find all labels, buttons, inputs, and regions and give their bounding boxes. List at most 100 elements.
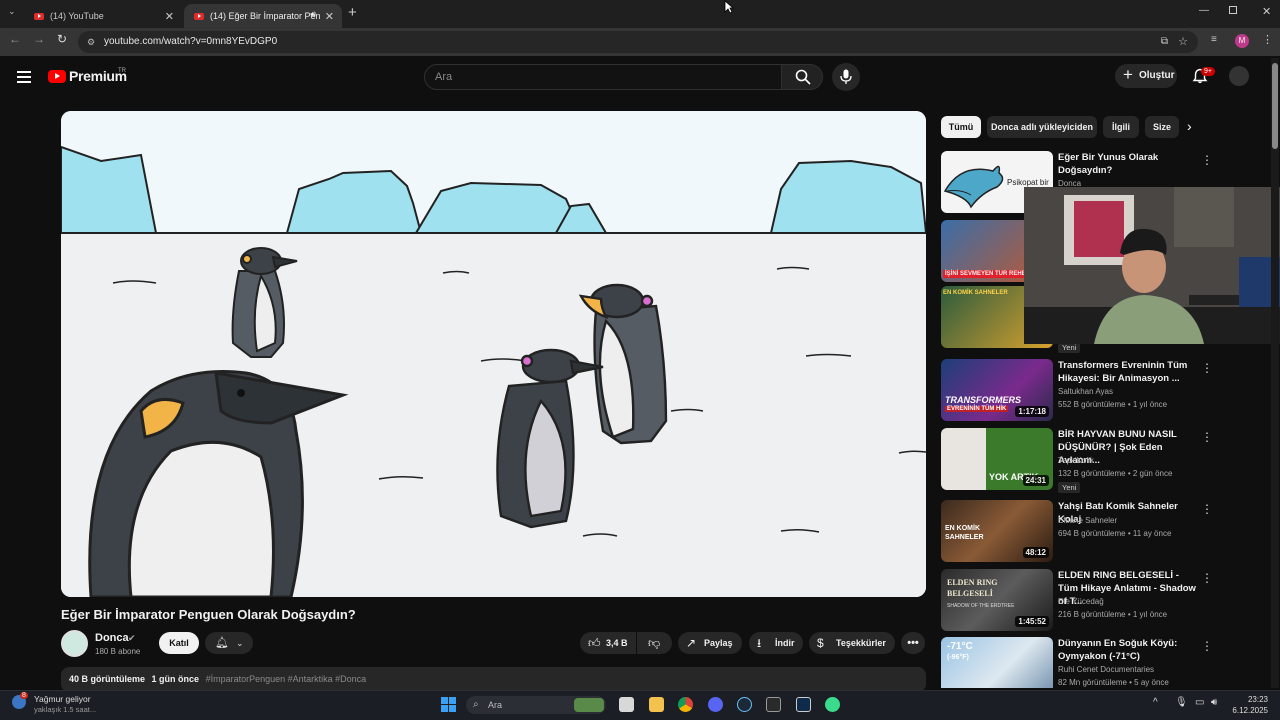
menu-icon[interactable] [17, 71, 31, 83]
media-control-icon[interactable]: ≡ [1211, 34, 1217, 45]
thumbs-down-icon: 👎︎ [648, 636, 661, 650]
discord-icon[interactable] [708, 697, 723, 712]
more-options-icon[interactable]: ⋮ [1201, 571, 1213, 585]
notification-count-badge: 9+ [1201, 67, 1215, 76]
voice-search-button[interactable] [832, 63, 860, 91]
hashtags[interactable]: #İmparatorPenguen #Antarktika #Donca [206, 674, 367, 684]
recommendation-item[interactable]: -71°C (-96°F) Dünyanın En Soğuk Köyü: Oy… [941, 637, 1221, 688]
recommendation-item[interactable]: TRANSFORMERS EVRENİNİN TÜM HİK 1:17:18 T… [941, 359, 1221, 421]
browser-tab-active[interactable]: (14) Eğer Bir İmparator Pen 🔊︎ ✕ [184, 4, 342, 28]
microphone-tray-icon[interactable]: 🎙︎ [1175, 697, 1188, 708]
download-icon: ⭳ [757, 636, 762, 650]
taskbar-search[interactable]: ⌕ Ara [466, 696, 606, 714]
restore-icon[interactable] [1229, 6, 1237, 14]
create-button[interactable]: Oluştur [1115, 63, 1177, 88]
profile-avatar[interactable]: M [1235, 34, 1249, 48]
close-window-icon[interactable]: ✕ [1262, 5, 1271, 18]
chip-all[interactable]: Tümü [941, 116, 981, 138]
channel-avatar[interactable] [61, 630, 88, 657]
url-text: youtube.com/watch?v=0mn8YEvDGP0 [104, 36, 278, 47]
recommendation-title[interactable]: Dünyanın En Soğuk Köyü: Oymyakon (-71°C) [1058, 637, 1198, 663]
steam-icon[interactable] [737, 697, 752, 712]
minimize-icon[interactable]: — [1199, 5, 1209, 16]
description-box[interactable]: 40 B görüntüleme 1 gün önce #İmparatorPe… [61, 667, 926, 692]
video-thumbnail[interactable]: EN KOMİK SAHNELER 48:12 [941, 500, 1053, 562]
video-thumbnail[interactable]: YOK ARTIK 24:31 [941, 428, 1053, 490]
search-highlight-icon [574, 698, 604, 712]
app-icon[interactable] [796, 697, 811, 712]
video-thumbnail[interactable]: ELDEN RING BELGESELİ SHADOW OF THE ERDTR… [941, 569, 1053, 631]
weather-text[interactable]: Yağmur geliyor [34, 694, 91, 704]
video-thumbnail[interactable]: TRANSFORMERS EVRENİNİN TÜM HİK 1:17:18 [941, 359, 1053, 421]
network-icon[interactable]: ▭ [1195, 697, 1204, 708]
video-player[interactable] [61, 111, 926, 597]
chevron-right-icon[interactable]: › [1187, 118, 1192, 134]
volume-icon[interactable]: 🔊︎ [1211, 697, 1217, 708]
thanks-button[interactable]: $ Teşekkürler [809, 632, 895, 654]
youtube-premium-logo[interactable]: Premium [48, 68, 127, 84]
recommendation-channel[interactable]: TepkiKolik [1058, 456, 1094, 465]
more-actions-button[interactable]: ••• [901, 632, 925, 654]
recommendation-item[interactable]: EN KOMİK SAHNELER 48:12 Yahşi Batı Komik… [941, 500, 1221, 562]
more-options-icon[interactable]: ⋮ [1201, 639, 1213, 653]
close-tab-icon[interactable]: ✕ [165, 10, 174, 23]
reload-icon[interactable]: ↻ [57, 32, 67, 46]
view-count: 40 B görüntüleme [69, 674, 146, 684]
dislike-button[interactable]: 👎︎ [637, 632, 672, 654]
download-label: İndir [775, 638, 795, 648]
site-info-icon[interactable]: ⚙ [87, 31, 95, 53]
recommendation-channel[interactable]: Saltukhan Ayas [1058, 387, 1113, 396]
back-icon[interactable]: ← [9, 32, 21, 46]
page-scrollbar[interactable] [1271, 58, 1279, 688]
recommendation-title[interactable]: Transformers Evreninin Tüm Hikayesi: Bir… [1058, 359, 1198, 385]
more-options-icon[interactable]: ⋮ [1201, 153, 1213, 167]
recommendation-channel[interactable]: Efsane Sahneler [1058, 516, 1117, 525]
tray-chevron-icon[interactable]: ^ [1153, 697, 1158, 708]
new-tab-button[interactable]: + [348, 4, 357, 21]
more-options-icon[interactable]: ⋮ [1201, 430, 1213, 444]
like-button[interactable]: 👍︎ 3,4 B [580, 632, 636, 654]
share-button[interactable]: ↗ Paylaş [678, 632, 742, 654]
bookmark-star-icon[interactable]: ☆ [1178, 31, 1188, 53]
search-input[interactable]: Ara [424, 64, 782, 90]
install-icon[interactable]: ⧉ [1161, 31, 1168, 53]
windows-start-icon[interactable] [441, 697, 456, 712]
search-button[interactable] [781, 64, 823, 90]
recommendation-meta: 82 Mn görüntüleme • 5 ay önce [1058, 678, 1169, 687]
video-thumbnail[interactable]: -71°C (-96°F) [941, 637, 1053, 688]
recommendation-item[interactable]: YOK ARTIK 24:31 BİR HAYVAN BUNU NASIL DÜ… [941, 428, 1221, 493]
download-button[interactable]: ⭳ İndir [749, 632, 803, 654]
channel-name[interactable]: Donca [95, 632, 129, 644]
chip-for-you[interactable]: Size [1145, 116, 1179, 138]
streamer-webcam-image [1024, 187, 1280, 344]
recommendation-title[interactable]: Eğer Bir Yunus Olarak Doğsaydın? [1058, 151, 1198, 177]
chrome-icon[interactable] [678, 697, 693, 712]
task-view-icon[interactable] [619, 697, 634, 712]
forward-icon[interactable]: → [33, 32, 45, 46]
youtube-play-icon [48, 69, 66, 83]
weather-subtext: yaklaşık 1.5 saat... [34, 705, 97, 714]
file-explorer-icon[interactable] [649, 697, 664, 712]
microphone-icon [840, 69, 852, 84]
chip-uploader[interactable]: Donca adlı yükleyiciden [987, 116, 1097, 138]
system-clock[interactable]: 23:23 6.12.2025 [1232, 694, 1268, 716]
more-options-icon[interactable]: ⋮ [1201, 502, 1213, 516]
scrollbar-thumb[interactable] [1272, 63, 1278, 149]
url-input[interactable]: ⚙ youtube.com/watch?v=0mn8YEvDGP0 ⧉ ☆ [78, 31, 1198, 53]
game-launcher-icon[interactable] [766, 697, 781, 712]
chip-related[interactable]: İlgili [1103, 116, 1139, 138]
recommendation-channel[interactable]: Ruhi Cenet Documentaries [1058, 665, 1154, 674]
recommendation-channel[interactable]: Efe Yücedağ [1058, 597, 1104, 606]
browser-menu-icon[interactable]: ⋮ [1262, 33, 1273, 46]
speaker-icon[interactable]: 🔊︎ [310, 9, 316, 20]
account-avatar[interactable] [1229, 66, 1249, 86]
subscription-bell-button[interactable]: 🔔︎ ⌄ [205, 632, 253, 654]
more-options-icon[interactable]: ⋮ [1201, 361, 1213, 375]
tab-search-icon[interactable]: ⌄ [8, 6, 16, 17]
browser-tab-youtube[interactable]: (14) YouTube ✕ [24, 4, 182, 28]
close-tab-icon[interactable]: ✕ [325, 10, 334, 23]
recommendation-item[interactable]: ELDEN RING BELGESELİ SHADOW OF THE ERDTR… [941, 569, 1221, 631]
obs-icon[interactable] [825, 697, 840, 712]
join-button[interactable]: Katıl [159, 632, 199, 654]
recommendation-meta: 132 B görüntüleme • 2 gün önce [1058, 469, 1173, 478]
